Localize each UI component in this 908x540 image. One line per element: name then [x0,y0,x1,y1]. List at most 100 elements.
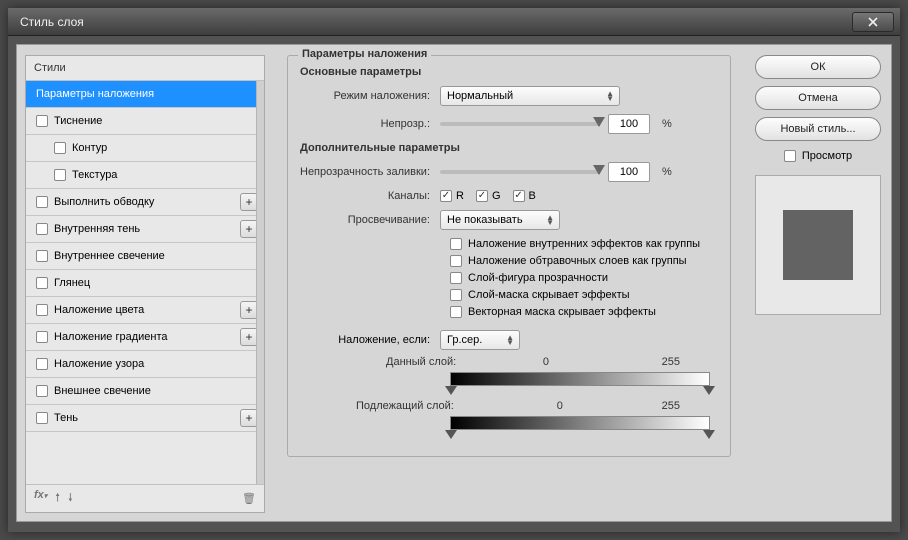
blendif-label: Наложение, если: [300,334,440,346]
checkbox-icon[interactable] [36,223,48,235]
fill-opacity-row: Непрозрачность заливки: 100 % [300,162,718,182]
channel-g-checkbox[interactable]: G [476,190,501,202]
knockout-select[interactable]: Не показывать ▲▼ [440,210,560,230]
preview-checkbox[interactable]: Просмотр [755,150,881,162]
advanced-option[interactable]: Слой-фигура прозрачности [450,272,718,284]
this-layer-gradient[interactable] [450,372,710,386]
gradient-handle-left[interactable] [445,386,457,395]
scrollbar[interactable] [256,81,264,484]
gradient-handle-right[interactable] [703,430,715,439]
checkbox-icon[interactable] [36,385,48,397]
preview-label: Просмотр [802,150,852,162]
checkbox-icon[interactable] [36,331,48,343]
checkbox-icon[interactable] [36,115,48,127]
styles-box: Стили Параметры наложенияТиснениеКонтурТ… [25,55,265,513]
range-0: 0 [488,400,632,412]
fill-opacity-label: Непрозрачность заливки: [300,166,440,178]
style-item[interactable]: Тиснение [26,108,264,135]
checkbox-icon[interactable] [54,142,66,154]
style-item[interactable]: Внутренняя тень+ [26,216,264,243]
trash-icon[interactable]: 🗑 [242,492,256,505]
advanced-option[interactable]: Векторная маска скрывает эффекты [450,306,718,318]
up-arrow-icon[interactable]: 🠕 [55,489,60,508]
style-item-label: Внутреннее свечение [54,250,165,262]
select-arrows-icon: ▲▼ [606,91,614,101]
this-layer-labels: Данный слой: 0 255 [450,356,710,368]
style-item[interactable]: Выполнить обводку+ [26,189,264,216]
style-item[interactable]: Текстура [26,162,264,189]
style-item-label: Наложение узора [54,358,144,370]
style-item[interactable]: Наложение градиента+ [26,324,264,351]
checkbox-icon [450,255,462,267]
window-title: Стиль слоя [20,15,84,29]
style-item[interactable]: Параметры наложения [26,81,264,108]
style-item[interactable]: Внешнее свечение [26,378,264,405]
under-layer-labels: Подлежащий слой: 0 255 [450,400,710,412]
fill-opacity-slider[interactable] [440,170,600,174]
channel-r-checkbox[interactable]: R [440,190,464,202]
opacity-slider[interactable] [440,122,600,126]
checkbox-icon[interactable] [36,304,48,316]
advanced-option[interactable]: Слой-маска скрывает эффекты [450,289,718,301]
fx-icon[interactable]: fx▾ [34,489,47,508]
checkbox-icon [450,289,462,301]
option-label: Слой-фигура прозрачности [468,272,608,284]
blend-mode-label: Режим наложения: [300,90,440,102]
style-item-label: Параметры наложения [36,88,154,100]
style-item-label: Тень [54,412,78,424]
slider-thumb-icon[interactable] [593,165,605,175]
advanced-subtitle: Дополнительные параметры [300,142,718,154]
channels-label: Каналы: [300,190,440,202]
style-item-label: Текстура [72,169,117,181]
slider-thumb-icon[interactable] [593,117,605,127]
opacity-input[interactable]: 100 [608,114,650,134]
preview-swatch [783,210,853,280]
style-item-label: Наложение градиента [54,331,168,343]
checkbox-icon[interactable] [36,196,48,208]
gradient-handle-right[interactable] [703,386,715,395]
blend-mode-select[interactable]: Нормальный ▲▼ [440,86,620,106]
style-item[interactable]: Глянец [26,270,264,297]
checkbox-icon[interactable] [36,277,48,289]
pct-label: % [662,118,672,130]
advanced-options-list: Наложение внутренних эффектов как группы… [450,238,718,318]
advanced-option[interactable]: Наложение обтравочных слоев как группы [450,255,718,267]
checkbox-icon [450,272,462,284]
layer-style-dialog: Стиль слоя Стили Параметры наложенияТисн… [8,8,900,532]
cancel-button[interactable]: Отмена [755,86,881,110]
checkbox-icon[interactable] [36,412,48,424]
checkbox-icon[interactable] [36,358,48,370]
checkbox-icon[interactable] [36,250,48,262]
styles-list[interactable]: Параметры наложения ТиснениеКонтур Текстур… [26,81,264,484]
gradient-handle-left[interactable] [445,430,457,439]
down-arrow-icon[interactable]: 🠗 [68,489,73,508]
new-style-button[interactable]: Новый стиль... [755,117,881,141]
style-item[interactable]: Тень+ [26,405,264,432]
close-button[interactable] [852,12,894,32]
blendif-select[interactable]: Гр.сер. ▲▼ [440,330,520,350]
range-255: 255 [662,356,680,368]
select-arrows-icon: ▲▼ [546,215,554,225]
knockout-value: Не показывать [447,214,523,226]
this-layer-label: Данный слой: [386,356,456,368]
advanced-option[interactable]: Наложение внутренних эффектов как группы [450,238,718,250]
pct-label: % [662,166,672,178]
under-layer-gradient[interactable] [450,416,710,430]
ok-button[interactable]: ОК [755,55,881,79]
style-item[interactable]: Внутреннее свечение [26,243,264,270]
range-255: 255 [662,400,680,412]
style-item[interactable]: Наложение цвета+ [26,297,264,324]
styles-footer: fx▾ 🠕 🠗 🗑 [26,484,264,512]
style-item[interactable]: Наложение узора [26,351,264,378]
style-item[interactable]: Контур [26,135,264,162]
blending-options-group: Параметры наложения Основные параметры Р… [287,55,731,457]
channel-b-checkbox[interactable]: B [513,190,536,202]
fill-opacity-input[interactable]: 100 [608,162,650,182]
group-title: Параметры наложения [298,48,431,60]
checkbox-icon[interactable] [54,169,66,181]
knockout-row: Просвечивание: Не показывать ▲▼ [300,210,718,230]
checkbox-icon [784,150,796,162]
checkbox-icon [450,238,462,250]
option-label: Наложение обтравочных слоев как группы [468,255,687,267]
range-0: 0 [460,356,631,368]
